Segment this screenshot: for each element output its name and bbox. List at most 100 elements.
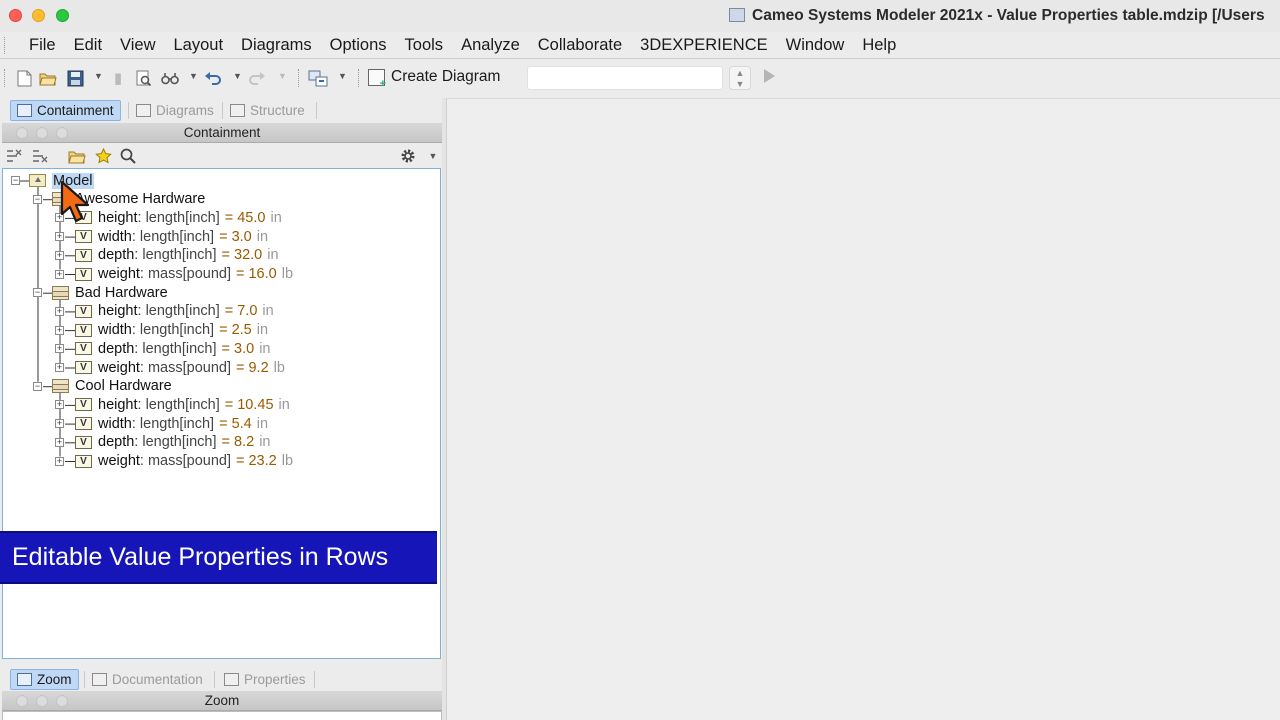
property-type: : length[inch]: [134, 247, 217, 264]
tree-node-block[interactable]: Bad Hardware: [52, 283, 168, 302]
tree-node-value-property[interactable]: Vwidth : length[inch] = 3.0 in: [75, 227, 268, 246]
expand-toggle[interactable]: +: [55, 419, 64, 429]
run-icon[interactable]: [764, 69, 775, 83]
tree-node-value-property[interactable]: Vweight : mass[pound] = 9.2 lb: [75, 358, 285, 377]
tree-node-value-property[interactable]: Vwidth : length[inch] = 5.4 in: [75, 414, 268, 433]
expand-toggle[interactable]: +: [55, 250, 64, 260]
expand-toggle[interactable]: +: [55, 232, 64, 242]
menu-tools[interactable]: Tools: [396, 36, 453, 55]
undo-icon[interactable]: [203, 68, 223, 88]
create-diagram-button[interactable]: Create Diagram: [368, 68, 501, 90]
expand-toggle[interactable]: +: [55, 456, 64, 466]
print-icon[interactable]: ▮: [108, 68, 128, 88]
tab-properties[interactable]: Properties: [218, 669, 312, 690]
block-name: Awesome Hardware: [75, 191, 206, 208]
property-type: : mass[pound]: [139, 359, 231, 376]
menu-analyze[interactable]: Analyze: [452, 36, 529, 55]
create-diagram-icon: [368, 68, 386, 90]
menu-options[interactable]: Options: [321, 36, 396, 55]
menu-help[interactable]: Help: [853, 36, 905, 55]
browser-tabs: Containment Diagrams Structure: [0, 98, 442, 122]
tree-node-value-property[interactable]: Vweight : mass[pound] = 16.0 lb: [75, 265, 293, 284]
find-icon[interactable]: [160, 68, 180, 88]
value-property-icon: V: [75, 323, 92, 337]
save-icon[interactable]: [65, 68, 85, 88]
undo-dropdown-icon[interactable]: ▼: [233, 71, 242, 81]
value-property-icon: V: [75, 398, 92, 412]
menu-edit[interactable]: Edit: [65, 36, 111, 55]
tree-node-value-property[interactable]: Vheight : length[inch] = 10.45 in: [75, 395, 290, 414]
tree-node-value-property[interactable]: Vdepth : length[inch] = 32.0 in: [75, 246, 279, 265]
find-dropdown-icon[interactable]: ▼: [189, 71, 198, 81]
diagram-layout-icon[interactable]: [308, 68, 328, 88]
expand-toggle[interactable]: +: [55, 363, 64, 372]
zoom-window-button[interactable]: [56, 9, 69, 22]
tree-node-value-property[interactable]: Vheight : length[inch] = 7.0 in: [75, 302, 274, 321]
print-preview-icon[interactable]: [134, 68, 154, 88]
redo-icon[interactable]: [247, 68, 267, 88]
expand-toggle[interactable]: +: [55, 400, 64, 410]
menu-layout[interactable]: Layout: [165, 36, 233, 55]
new-file-icon[interactable]: [14, 68, 34, 88]
toolbar-separator-2: [358, 69, 361, 87]
value-property-icon: V: [75, 361, 92, 374]
value-property-icon: V: [75, 342, 92, 356]
tree-node-value-property[interactable]: Vdepth : length[inch] = 3.0 in: [75, 339, 270, 358]
property-type: : mass[pound]: [139, 266, 231, 282]
property-name: depth: [98, 340, 135, 357]
tree-node-value-property[interactable]: Vwidth : length[inch] = 2.5 in: [75, 321, 268, 340]
property-name: height: [98, 209, 138, 226]
tree-node-block[interactable]: Cool Hardware: [52, 377, 172, 396]
expand-toggle[interactable]: +: [55, 306, 64, 316]
save-dropdown-icon[interactable]: ▼: [94, 71, 103, 81]
value-property-icon: V: [75, 230, 92, 244]
menu-diagrams[interactable]: Diagrams: [232, 36, 321, 55]
gear-icon[interactable]: [399, 147, 417, 165]
containment-tree-icon: [17, 104, 32, 117]
menu-window[interactable]: Window: [777, 36, 854, 55]
close-window-button[interactable]: [9, 9, 22, 22]
collapse-toggle[interactable]: −: [33, 194, 42, 204]
tab-documentation[interactable]: Documentation: [86, 669, 209, 690]
containment-tree[interactable]: − Model − Awesome Hardware + Vheight : length…: [2, 168, 441, 659]
tab-structure[interactable]: Structure: [224, 100, 311, 121]
containment-panel-header: Containment: [2, 123, 442, 143]
menu-view[interactable]: View: [111, 36, 164, 55]
tree-node-value-property[interactable]: Vweight : mass[pound] = 23.2 lb: [75, 452, 293, 471]
tab-diagrams[interactable]: Diagrams: [130, 100, 220, 121]
tree-node-value-property[interactable]: Vheight : length[inch] = 45.0 in: [75, 208, 282, 227]
collapse-all-icon[interactable]: [5, 147, 23, 165]
expand-toggle[interactable]: +: [55, 325, 64, 335]
tree-node-value-property[interactable]: Vdepth : length[inch] = 8.2 in: [75, 433, 270, 452]
expand-toggle[interactable]: +: [55, 344, 64, 354]
collapse-toggle[interactable]: −: [33, 381, 42, 391]
tab-zoom[interactable]: Zoom: [10, 669, 79, 690]
minimize-window-button[interactable]: [32, 9, 45, 22]
create-diagram-label: Create Diagram: [391, 68, 501, 85]
menu-collaborate[interactable]: Collaborate: [529, 36, 631, 55]
combo-stepper-icon[interactable]: ▲ ▼: [729, 66, 751, 90]
property-unit: in: [278, 396, 290, 413]
value-property-icon: V: [75, 304, 92, 318]
settings-dropdown-icon[interactable]: ▼: [424, 147, 442, 165]
layout-dropdown-icon[interactable]: ▼: [338, 71, 347, 81]
open-folder-icon[interactable]: [38, 68, 58, 88]
tab-separator: [128, 102, 129, 119]
expand-toggle[interactable]: +: [55, 437, 64, 447]
redo-dropdown-icon[interactable]: ▼: [278, 71, 287, 81]
search-icon[interactable]: [119, 147, 137, 165]
property-unit: in: [256, 322, 269, 339]
open-folder-icon[interactable]: [68, 147, 86, 165]
expand-toggle[interactable]: +: [55, 269, 64, 279]
menu-file[interactable]: File: [20, 36, 65, 55]
collapse-toggle[interactable]: −: [33, 288, 42, 298]
star-icon[interactable]: [94, 147, 112, 165]
toolbar-separator: [298, 69, 301, 87]
toolbar-combo-box[interactable]: [527, 66, 723, 90]
collapse-toggle[interactable]: −: [11, 176, 20, 185]
property-unit: in: [256, 415, 269, 432]
expand-all-icon[interactable]: [31, 147, 49, 165]
tab-containment[interactable]: Containment: [10, 100, 121, 121]
menu-3dexperience[interactable]: 3DEXPERIENCE: [631, 36, 776, 55]
block-icon: [52, 379, 69, 394]
